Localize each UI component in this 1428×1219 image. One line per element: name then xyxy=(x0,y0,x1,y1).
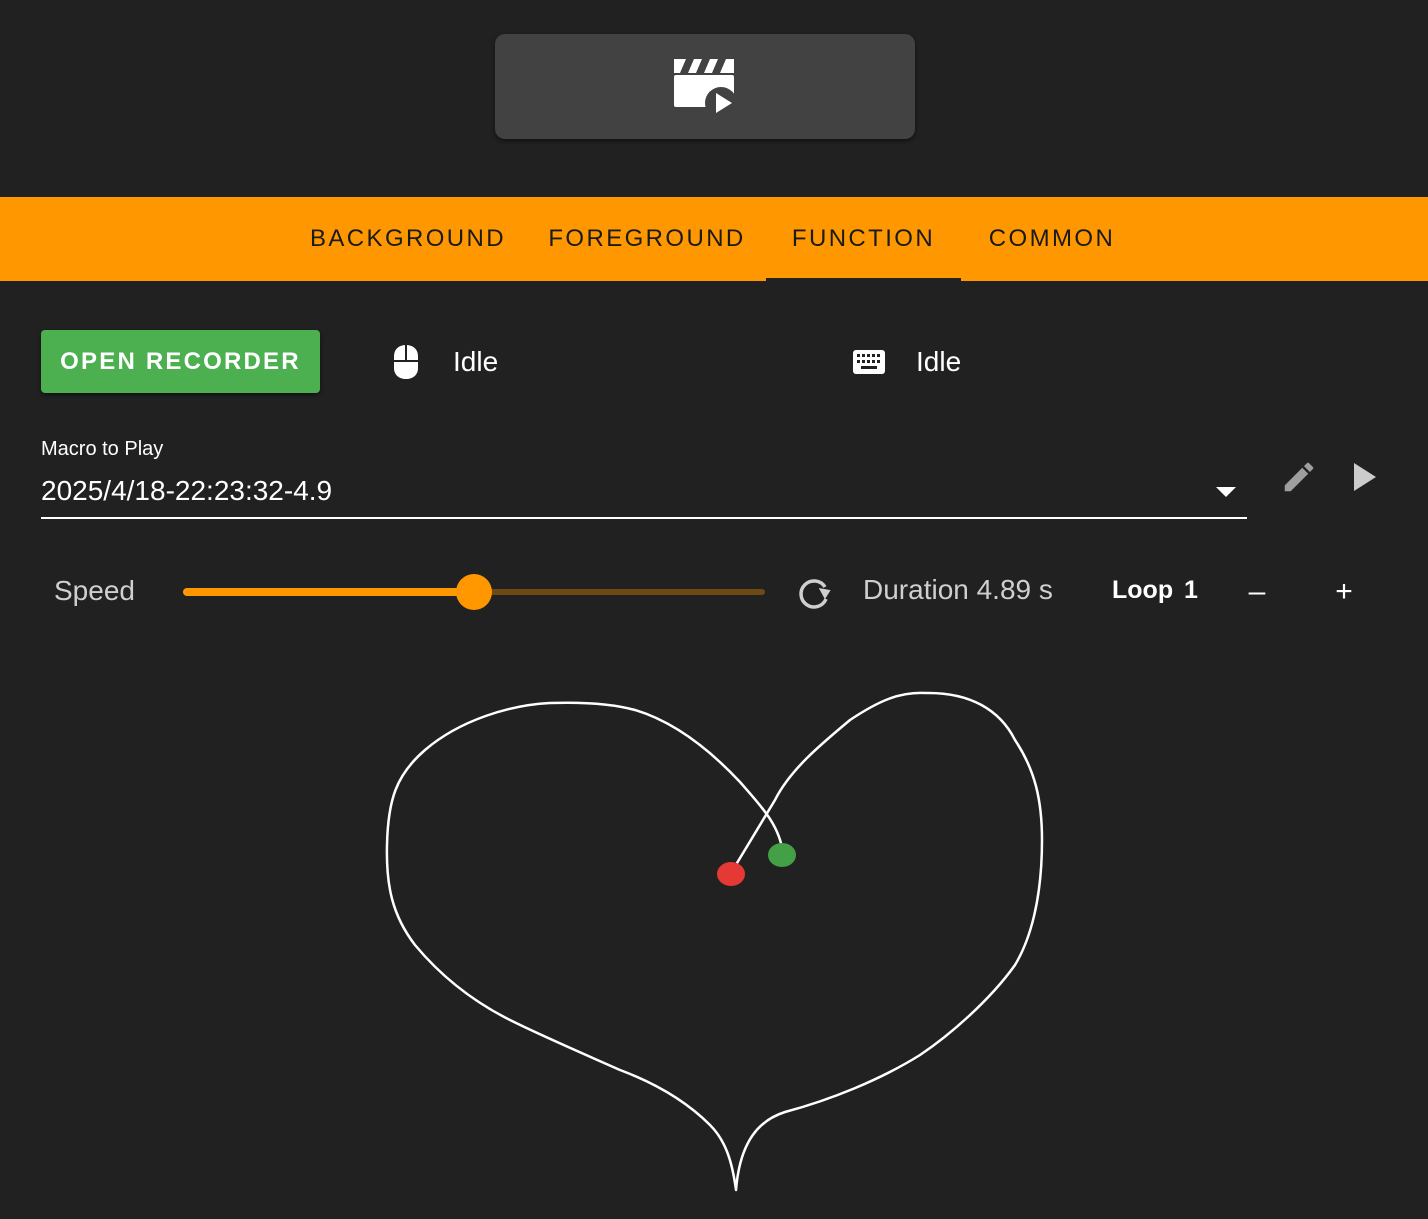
edit-macro-button[interactable] xyxy=(1280,458,1318,501)
slider-track xyxy=(183,588,474,596)
loop-increment-button[interactable]: + xyxy=(1324,572,1364,612)
video-clip-play-icon xyxy=(674,58,737,119)
header-area xyxy=(0,0,1428,197)
caret-down-icon xyxy=(1216,487,1236,497)
speed-slider[interactable] xyxy=(183,572,765,612)
tab-function[interactable]: FUNCTION xyxy=(766,197,961,281)
tab-background[interactable]: BACKGROUND xyxy=(288,197,528,281)
loop-value[interactable]: 1 xyxy=(1184,576,1198,605)
keyboard-status-text: Idle xyxy=(916,346,962,377)
path-start-marker xyxy=(768,843,796,867)
macro-select[interactable]: 2025/4/18-22:23:32-4.9 xyxy=(41,470,1247,519)
pencil-icon xyxy=(1284,462,1314,492)
mode-toggle-button[interactable] xyxy=(495,34,915,139)
loop-decrement-button[interactable]: – xyxy=(1237,572,1277,612)
keyboard-icon xyxy=(853,350,885,374)
mouse-status-text: Idle xyxy=(453,346,499,377)
play-macro-button[interactable] xyxy=(1350,460,1380,499)
duration-text: Duration 4.89 s xyxy=(863,574,1053,605)
speed-label: Speed xyxy=(54,575,135,606)
reset-speed-button[interactable] xyxy=(794,573,834,618)
macro-select-label: Macro to Play xyxy=(41,438,164,460)
mouse-path-preview xyxy=(0,640,1428,1214)
loop-label: Loop xyxy=(1112,576,1174,604)
keyboard-status: Idle xyxy=(853,340,961,384)
tab-foreground[interactable]: FOREGROUND xyxy=(528,197,766,281)
refresh-icon xyxy=(799,579,831,609)
mouse-path-line xyxy=(385,691,1044,1192)
mouse-icon xyxy=(394,345,418,379)
mouse-status: Idle xyxy=(392,340,498,384)
tab-bar: BACKGROUND FOREGROUND FUNCTION COMMON xyxy=(0,197,1428,281)
play-icon xyxy=(1354,463,1376,491)
slider-thumb[interactable] xyxy=(456,574,492,610)
path-end-marker xyxy=(717,862,745,886)
macro-select-value: 2025/4/18-22:23:32-4.9 xyxy=(41,475,333,506)
open-recorder-button[interactable]: OPEN RECORDER xyxy=(41,330,320,393)
tab-common[interactable]: COMMON xyxy=(961,197,1143,281)
